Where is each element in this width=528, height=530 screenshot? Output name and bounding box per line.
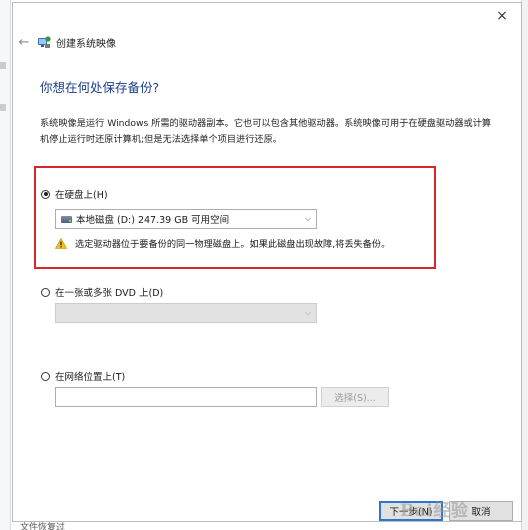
background-window-edge bbox=[0, 0, 11, 530]
back-arrow-icon: ← bbox=[18, 34, 30, 50]
close-icon: × bbox=[496, 8, 508, 24]
close-button[interactable]: × bbox=[491, 7, 513, 25]
radio-dvd-label: 在一张或多张 DVD 上(D) bbox=[55, 288, 164, 299]
chevron-down-icon: ⌵ bbox=[304, 308, 312, 317]
radio-dvd[interactable]: 在一张或多张 DVD 上(D) bbox=[41, 285, 163, 299]
page-description: 系统映像是运行 Windows 所需的驱动器副本。它也可以包含其他驱动器。系统映… bbox=[40, 118, 492, 145]
system-image-icon bbox=[37, 35, 51, 49]
drive-warning: 选定驱动器位于要备份的同一物理磁盘上。如果此磁盘出现故障,将丢失备份。 bbox=[55, 236, 390, 250]
chevron-down-icon: ⌵ bbox=[304, 214, 312, 223]
create-system-image-dialog: × ← 创建系统映像 你想在何处保存备份? 系统映像是运行 Windows 所需… bbox=[12, 2, 522, 522]
drive-warning-text: 选定驱动器位于要备份的同一物理磁盘上。如果此磁盘出现故障,将丢失备份。 bbox=[75, 239, 391, 250]
dialog-title: 创建系统映像 bbox=[56, 38, 116, 50]
background-window-edge-right bbox=[521, 0, 528, 530]
radio-button-unchecked[interactable] bbox=[41, 287, 50, 297]
dvd-drive-select: ⌵ bbox=[55, 303, 317, 323]
radio-network[interactable]: 在网络位置上(T) bbox=[41, 369, 125, 383]
screen: 文件恢复过 × ← 创建系统映像 你想在何处保存备份? 系统映像是运行 Wind… bbox=[0, 0, 528, 530]
radio-network-label: 在网络位置上(T) bbox=[55, 372, 126, 383]
network-location-input[interactable] bbox=[55, 387, 317, 407]
hard-disk-drive-select[interactable]: 本地磁盘 (D:) 247.39 GB 可用空间 ⌵ bbox=[55, 209, 317, 229]
radio-button-unchecked[interactable] bbox=[41, 371, 50, 381]
warning-triangle-icon bbox=[55, 237, 67, 249]
radio-hard-disk-label: 在硬盘上(H) bbox=[55, 190, 108, 201]
title-bar: ← 创建系统映像 bbox=[15, 33, 116, 51]
page-heading: 你想在何处保存备份? bbox=[40, 80, 160, 95]
background-window-marker bbox=[0, 62, 6, 69]
radio-button-checked[interactable] bbox=[41, 189, 50, 199]
selected-drive-value: 本地磁盘 (D:) 247.39 GB 可用空间 bbox=[76, 215, 230, 226]
cancel-button[interactable]: 取消 bbox=[449, 501, 513, 521]
background-window-marker bbox=[0, 104, 6, 111]
select-network-button: 选择(S)... bbox=[321, 387, 389, 407]
back-button[interactable]: ← bbox=[15, 33, 33, 51]
hard-drive-icon bbox=[61, 215, 72, 223]
radio-hard-disk[interactable]: 在硬盘上(H) bbox=[41, 187, 108, 201]
next-button[interactable]: 下一步(N) bbox=[379, 501, 443, 521]
